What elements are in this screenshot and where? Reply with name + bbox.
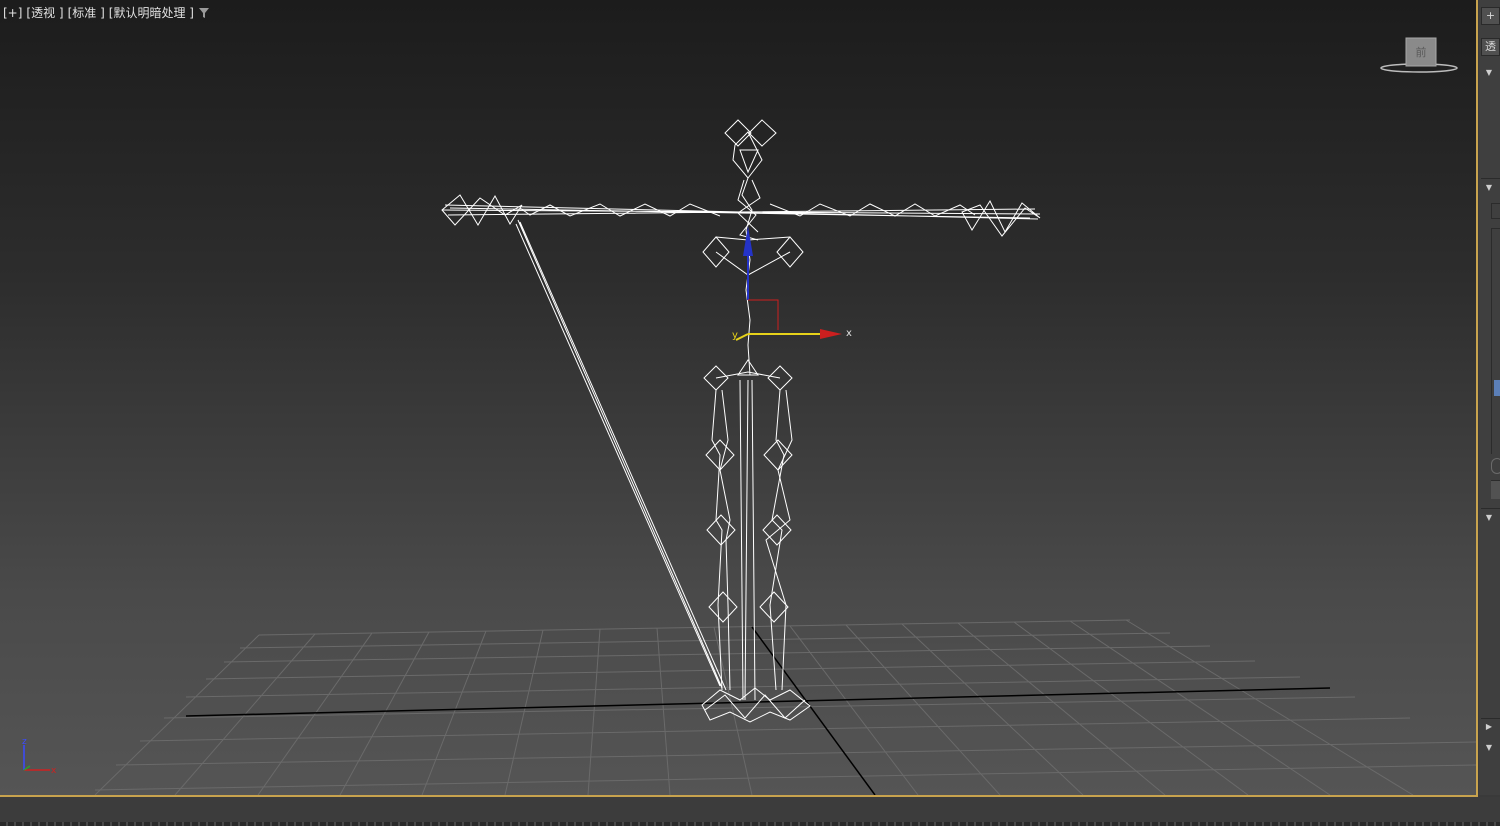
tripod-x-label: x	[51, 766, 57, 776]
rollout-divider	[1481, 718, 1500, 719]
rollout-divider	[1481, 508, 1500, 509]
gizmo-plane-handle	[748, 299, 779, 330]
object-type-button[interactable]: 透	[1481, 38, 1500, 56]
rollout-divider	[1481, 178, 1500, 179]
rollout-collapse-icon[interactable]: ▼	[1484, 513, 1494, 523]
rollout-collapse-icon[interactable]: ▼	[1484, 68, 1494, 78]
rollout-collapse-icon[interactable]: ▼	[1484, 743, 1494, 753]
axis-tripod-icon: z x	[22, 737, 57, 776]
viewcube-face-label: 前	[1416, 45, 1427, 59]
rollout-collapse-icon[interactable]: ▼	[1484, 183, 1494, 193]
ground-grid	[94, 619, 1476, 795]
panel-button[interactable]	[1491, 480, 1500, 499]
perspective-viewport[interactable]: [+] [透视 ] [标准 ] [默认明暗处理 ] x y z x 前	[0, 0, 1478, 797]
skeleton-wireframe	[441, 119, 1041, 723]
gizmo-y-label: y	[732, 330, 738, 341]
ground-axis-lines	[185, 626, 1331, 795]
rollout-expand-icon[interactable]: ▶	[1484, 722, 1494, 732]
selected-list-item[interactable]	[1494, 380, 1500, 396]
checkbox[interactable]	[1491, 203, 1500, 219]
viewcube-icon[interactable]: 前	[1378, 36, 1460, 78]
gizmo-z-arrowhead	[743, 226, 753, 256]
tripod-z-label: z	[22, 737, 27, 747]
timeline-ruler[interactable]	[0, 822, 1500, 826]
list-panel[interactable]	[1491, 228, 1500, 454]
gizmo-x-arrowhead	[820, 329, 842, 339]
create-tab-button[interactable]: +	[1481, 7, 1500, 25]
scene-canvas: x y z x	[22, 119, 1476, 795]
radio-button[interactable]	[1491, 458, 1500, 474]
gizmo-x-label: x	[846, 328, 852, 339]
command-panel: + 透 ▼ ▼ ▼ ▶ ▼	[1479, 0, 1500, 795]
